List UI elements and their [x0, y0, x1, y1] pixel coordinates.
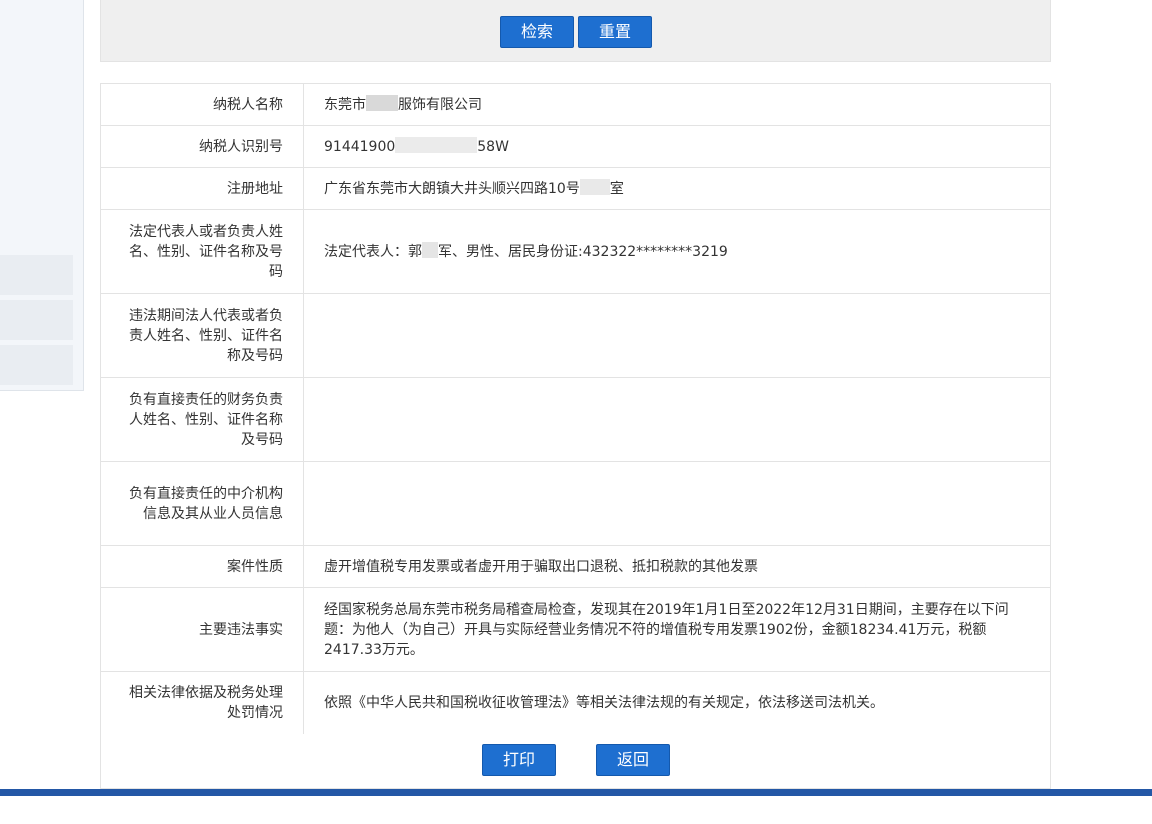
sidebar-item[interactable]: [0, 300, 73, 340]
left-sidebar: [0, 0, 84, 391]
case-nature-label: 案件性质: [227, 558, 283, 575]
legal-rep-value: 法定代表人：郭 军、男性、居民身份证:432322********3219: [303, 209, 1051, 294]
field-label: 纳税人识别号: [100, 125, 304, 168]
table-row: 负有直接责任的财务负责人姓名、性别、证件名称及号码: [100, 377, 1051, 462]
legal-basis-value: 依照《中华人民共和国税收征收管理法》等相关法律法规的有关规定，依法移送司法机关。: [303, 671, 1051, 735]
legal-rep-suffix: 军、男性、居民身份证:432322********3219: [438, 243, 728, 260]
intermediary-value: [303, 461, 1051, 546]
field-label: 案件性质: [100, 545, 304, 588]
redaction-mask: [366, 94, 398, 111]
field-label: 纳税人名称: [100, 83, 304, 126]
legal-rep-label: 法定代表人或者负责人姓名、性别、证件名称及号码: [129, 223, 283, 280]
legal-basis-label: 相关法律依据及税务处理处罚情况: [129, 685, 283, 721]
violation-period-rep-value: [303, 293, 1051, 378]
main-facts-label: 主要违法事实: [199, 621, 283, 638]
taxpayer-name-label: 纳税人名称: [213, 96, 283, 113]
reset-button[interactable]: 重置: [578, 16, 652, 48]
sidebar-item[interactable]: [0, 345, 73, 385]
redaction-mask: [579, 178, 610, 195]
taxpayer-id-value: 91441900 58W: [303, 125, 1051, 168]
case-nature-value: 虚开增值税专用发票或者虚开用于骗取出口退税、抵扣税款的其他发票: [303, 545, 1051, 588]
address-value: 广东省东莞市大朗镇大井头顺兴四路10号 室: [303, 167, 1051, 210]
table-row: 违法期间法人代表或者负责人姓名、性别、证件名称及号码: [100, 293, 1051, 378]
taxpayer-id-prefix: 91441900: [324, 138, 396, 155]
redaction-mask: [422, 241, 438, 258]
field-label: 相关法律依据及税务处理处罚情况: [100, 671, 304, 735]
table-row: 注册地址 广东省东莞市大朗镇大井头顺兴四路10号 室: [100, 167, 1051, 210]
taxpayer-id-suffix: 58W: [477, 138, 509, 155]
finance-person-label: 负有直接责任的财务负责人姓名、性别、证件名称及号码: [129, 391, 283, 448]
redaction-mask: [395, 136, 478, 153]
field-label: 注册地址: [100, 167, 304, 210]
address-prefix: 广东省东莞市大朗镇大井头顺兴四路10号: [324, 180, 580, 197]
main-facts-value: 经国家税务总局东莞市税务局稽查局检查，发现其在2019年1月1日至2022年12…: [303, 587, 1051, 672]
bottom-bar: [0, 789, 1152, 796]
case-detail-table: 纳税人名称 东莞市 服饰有限公司 纳税人识别号 91441900 58W 注册地址 …: [100, 83, 1051, 735]
violation-period-rep-label: 违法期间法人代表或者负责人姓名、性别、证件名称及号码: [129, 307, 283, 364]
address-suffix: 室: [609, 180, 624, 197]
search-button[interactable]: 检索: [500, 16, 574, 48]
field-label: 违法期间法人代表或者负责人姓名、性别、证件名称及号码: [100, 293, 304, 378]
action-footer: 打印 返回: [100, 734, 1051, 789]
intermediary-label: 负有直接责任的中介机构信息及其从业人员信息: [129, 485, 283, 522]
taxpayer-id-label: 纳税人识别号: [199, 138, 283, 155]
table-row: 相关法律依据及税务处理处罚情况 依照《中华人民共和国税收征收管理法》等相关法律法…: [100, 671, 1051, 735]
field-label: 主要违法事实: [100, 587, 304, 672]
sidebar-item[interactable]: [0, 255, 73, 295]
field-label: 负有直接责任的财务负责人姓名、性别、证件名称及号码: [100, 377, 304, 462]
field-label: 法定代表人或者负责人姓名、性别、证件名称及号码: [100, 209, 304, 294]
table-row: 案件性质 虚开增值税专用发票或者虚开用于骗取出口退税、抵扣税款的其他发票: [100, 545, 1051, 588]
taxpayer-name-prefix: 东莞市: [324, 96, 366, 113]
finance-person-value: [303, 377, 1051, 462]
taxpayer-name-suffix: 服饰有限公司: [398, 96, 482, 113]
table-row: 主要违法事实 经国家税务总局东莞市税务局稽查局检查，发现其在2019年1月1日至…: [100, 587, 1051, 672]
taxpayer-name-value: 东莞市 服饰有限公司: [303, 83, 1051, 126]
back-button[interactable]: 返回: [596, 744, 670, 776]
table-row: 纳税人名称 东莞市 服饰有限公司: [100, 83, 1051, 126]
print-button[interactable]: 打印: [482, 744, 556, 776]
table-row: 纳税人识别号 91441900 58W: [100, 125, 1051, 168]
address-label: 注册地址: [227, 180, 283, 197]
search-panel: 检索 重置: [100, 0, 1051, 62]
table-row: 法定代表人或者负责人姓名、性别、证件名称及号码 法定代表人：郭 军、男性、居民身份…: [100, 209, 1051, 294]
table-row: 负有直接责任的中介机构信息及其从业人员信息: [100, 461, 1051, 546]
legal-rep-prefix: 法定代表人：郭: [324, 243, 422, 260]
field-label: 负有直接责任的中介机构信息及其从业人员信息: [100, 461, 304, 546]
